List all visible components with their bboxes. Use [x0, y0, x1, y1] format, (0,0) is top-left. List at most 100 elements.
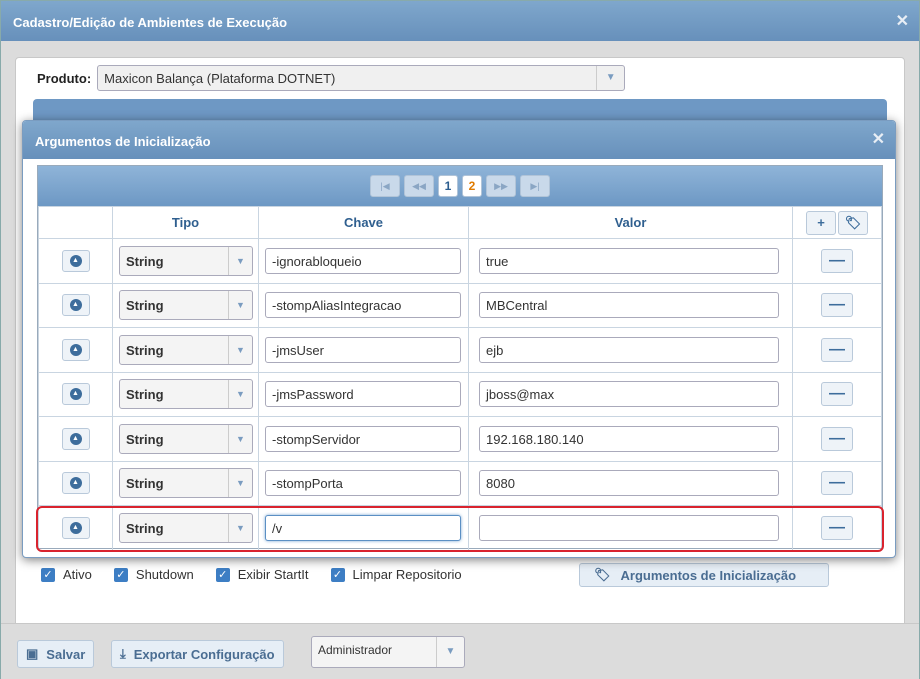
table-row: ▲ String ▼ -stompServidor 192.168.180.140 —	[38, 416, 882, 462]
tipo-cell: String ▼	[112, 282, 259, 328]
chave-input[interactable]: -jmsPassword	[265, 381, 461, 408]
tipo-value: String	[126, 298, 164, 314]
chave-input[interactable]: -stompPorta	[265, 470, 461, 497]
tipo-select[interactable]: String ▼	[119, 423, 253, 454]
modal-titlebar: Argumentos de Inicialização ✕	[23, 121, 895, 159]
connection-section-header[interactable]	[33, 99, 887, 121]
dialog-footer: ▣ Salvar ⤓ Exportar Configuração Adminis…	[1, 623, 919, 679]
action-cell: —	[792, 238, 882, 284]
tipo-select[interactable]: String ▼	[119, 290, 253, 321]
chave-cell: -ignorabloqueio	[258, 238, 469, 284]
valor-input[interactable]: jboss@max	[479, 381, 779, 408]
checkbox-checked-icon: ✓	[41, 567, 55, 582]
valor-input[interactable]: ejb	[479, 336, 779, 363]
header-actions: + 🏷	[792, 206, 882, 239]
checkbox-label: Ativo	[63, 567, 92, 582]
move-cell: ▲	[38, 416, 113, 462]
checkbox-ativo[interactable]: ✓ Ativo	[41, 567, 92, 582]
chevron-down-icon: ▼	[436, 637, 464, 667]
tag-icon[interactable]: 🏷	[838, 210, 868, 235]
move-up-button[interactable]: ▲	[61, 338, 90, 361]
role-value: Administrador	[318, 643, 393, 657]
chave-input[interactable]: -jmsUser	[265, 336, 461, 363]
arrow-up-icon: ▲	[69, 477, 82, 490]
page-1-button[interactable]: 1	[438, 175, 458, 197]
next-page-button[interactable]: ▶▶	[486, 175, 516, 197]
tipo-value: String	[126, 253, 164, 269]
tipo-cell: String ▼	[112, 416, 259, 462]
page-2-button[interactable]: 2	[462, 175, 482, 197]
tipo-select[interactable]: String ▼	[119, 468, 253, 499]
modal-title: Argumentos de Inicialização	[35, 134, 211, 149]
move-up-button[interactable]: ▲	[61, 383, 90, 406]
tag-icon: 🏷	[594, 567, 611, 582]
tipo-select[interactable]: String ▼	[119, 245, 253, 276]
remove-row-button[interactable]: —	[821, 248, 853, 273]
chave-cell: -jmsPassword	[258, 371, 469, 417]
chave-input[interactable]: -stompServidor	[265, 425, 461, 452]
download-icon: ⤓	[120, 646, 126, 661]
close-icon[interactable]: ✕	[896, 11, 909, 31]
valor-input[interactable]: 8080	[479, 470, 779, 497]
add-row-button[interactable]: +	[806, 210, 836, 235]
action-cell: —	[792, 282, 882, 328]
produto-select[interactable]: Maxicon Balança (Plataforma DOTNET) ▼	[97, 65, 626, 91]
tipo-value: String	[126, 431, 164, 447]
arguments-button[interactable]: 🏷 Argumentos de Inicialização	[579, 563, 829, 587]
arrow-up-icon: ▲	[69, 343, 82, 356]
save-button[interactable]: ▣ Salvar	[17, 640, 95, 668]
chave-cell: -jmsUser	[258, 327, 469, 373]
remove-row-button[interactable]: —	[821, 471, 853, 496]
chave-cell: -stompAliasIntegracao	[258, 282, 469, 328]
remove-row-button[interactable]: —	[821, 426, 853, 451]
chevron-down-icon: ▼	[228, 424, 252, 453]
arrow-up-icon: ▲	[69, 299, 82, 312]
produto-label: Produto:	[37, 70, 92, 86]
checkbox-limpar-repositorio[interactable]: ✓ Limpar Repositorio	[330, 567, 462, 582]
checkbox-shutdown[interactable]: ✓ Shutdown	[113, 567, 194, 582]
tipo-value: String	[126, 387, 164, 403]
header-chave: Chave	[258, 206, 469, 239]
chave-cell: -stompServidor	[258, 416, 469, 462]
tipo-select[interactable]: String ▼	[119, 379, 253, 410]
valor-input[interactable]: MBCentral	[479, 292, 779, 319]
tipo-cell: String ▼	[112, 238, 259, 284]
checkbox-label: Shutdown	[135, 567, 194, 582]
remove-row-button[interactable]: —	[821, 382, 853, 407]
move-up-button[interactable]: ▲	[61, 294, 90, 317]
chave-input[interactable]: -stompAliasIntegracao	[265, 292, 461, 319]
prev-page-button[interactable]: ◀◀	[404, 175, 434, 197]
move-up-button[interactable]: ▲	[61, 472, 90, 495]
chevron-down-icon: ▼	[228, 246, 252, 275]
table-row: ▲ String ▼ -ignorabloqueio true —	[38, 238, 882, 284]
arguments-grid: |◀ ◀◀ 1 2 ▶▶ ▶| Tipo Chave Valor + 🏷 ▲ S…	[37, 165, 883, 551]
move-up-button[interactable]: ▲	[61, 249, 90, 272]
remove-row-button[interactable]: —	[821, 337, 853, 362]
last-page-button[interactable]: ▶|	[520, 175, 550, 197]
tipo-select[interactable]: String ▼	[119, 334, 253, 365]
floppy-icon: ▣	[26, 646, 39, 661]
move-cell: ▲	[38, 460, 113, 506]
move-up-button[interactable]: ▲	[61, 427, 90, 450]
table-header: Tipo Chave Valor + 🏷	[38, 206, 882, 239]
action-cell: —	[792, 460, 882, 506]
valor-cell: 8080	[468, 460, 793, 506]
valor-input[interactable]: 192.168.180.140	[479, 425, 779, 452]
valor-input[interactable]: true	[479, 247, 779, 274]
tipo-value: String	[126, 342, 164, 358]
checkbox-label: Exibir StartIt	[237, 567, 309, 582]
valor-cell: true	[468, 238, 793, 284]
action-cell: —	[792, 327, 882, 373]
header-move	[38, 206, 113, 239]
first-page-button[interactable]: |◀	[370, 175, 400, 197]
chave-input[interactable]: -ignorabloqueio	[265, 247, 461, 274]
tipo-cell: String ▼	[112, 327, 259, 373]
role-select[interactable]: Administrador ▼	[311, 636, 465, 668]
move-cell: ▲	[38, 371, 113, 417]
close-icon[interactable]: ✕	[872, 129, 885, 149]
valor-cell: MBCentral	[468, 282, 793, 328]
remove-row-button[interactable]: —	[821, 293, 853, 318]
checkbox-exibir-startit[interactable]: ✓ Exibir StartIt	[215, 567, 309, 582]
tipo-value: String	[126, 476, 164, 492]
export-button[interactable]: ⤓ Exportar Configuração	[111, 640, 284, 668]
